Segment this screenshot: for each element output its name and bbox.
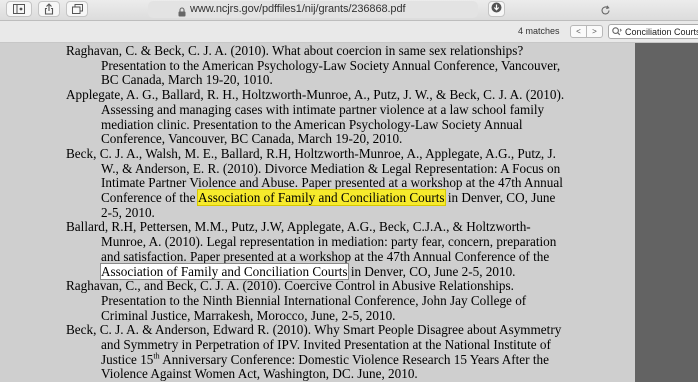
- find-navigation: < >: [570, 25, 603, 38]
- downloads-button[interactable]: [488, 1, 505, 17]
- reference-text: Anniversary Conference: Domestic Violenc…: [101, 351, 549, 382]
- reference-entry: Beck, C. J. A., Walsh, M. E., Ballard, R…: [66, 146, 566, 221]
- find-previous-button[interactable]: <: [571, 26, 586, 37]
- download-icon: [491, 0, 502, 18]
- find-query-text: Conciliation Courts: [625, 26, 698, 37]
- reference-text: in Denver, CO, June 2-5, 2010.: [347, 263, 516, 279]
- reference-text: Raghavan, C., and Beck, C. J. A. (2010).…: [66, 278, 527, 323]
- search-icon: [609, 25, 622, 38]
- browser-toolbar: www.ncjrs.gov/pdffiles1/nij/grants/23686…: [0, 0, 698, 21]
- reference-text: Raghavan, C. & Beck, C. J. A. (2010). Wh…: [66, 43, 561, 88]
- lock-icon: [178, 4, 186, 22]
- sidebar-icon: [13, 4, 25, 14]
- tabs-button[interactable]: [66, 1, 88, 17]
- reload-icon[interactable]: [600, 3, 611, 21]
- reference-entry: Beck, C. J. A. & Anderson, Edward R. (20…: [66, 322, 566, 382]
- search-match[interactable]: Association of Family and Conciliation C…: [100, 262, 349, 280]
- reference-text: Applegate, A. G., Ballard, R. H., Holtzw…: [66, 87, 565, 147]
- references-list: Raghavan, C. & Beck, C. J. A. (2010). Wh…: [66, 43, 566, 382]
- tabs-icon: [71, 4, 83, 14]
- pdf-page: Raghavan, C. & Beck, C. J. A. (2010). Wh…: [0, 43, 635, 382]
- find-match-count: 4 matches: [518, 26, 560, 36]
- find-next-button[interactable]: >: [586, 26, 602, 37]
- share-button[interactable]: [38, 1, 60, 17]
- reference-entry: Applegate, A. G., Ballard, R. H., Holtzw…: [66, 87, 566, 147]
- reference-entry: Raghavan, C., and Beck, C. J. A. (2010).…: [66, 278, 566, 323]
- url-text: www.ncjrs.gov/pdffiles1/nij/grants/23686…: [190, 3, 406, 15]
- find-bar: 4 matches < > Conciliation Courts: [0, 21, 698, 43]
- find-search-field[interactable]: Conciliation Courts: [608, 24, 698, 39]
- search-match-current[interactable]: Association of Family and Conciliation C…: [198, 190, 445, 206]
- reference-text: Ballard, R.H, Pettersen, M.M., Putz, J.W…: [66, 219, 557, 264]
- reference-entry: Raghavan, C. & Beck, C. J. A. (2010). Wh…: [66, 43, 566, 88]
- share-icon: [44, 3, 54, 15]
- reference-entry: Ballard, R.H, Pettersen, M.M., Putz, J.W…: [66, 219, 566, 280]
- address-bar[interactable]: www.ncjrs.gov/pdffiles1/nij/grants/23686…: [148, 1, 610, 18]
- sidebar-button[interactable]: [6, 1, 32, 17]
